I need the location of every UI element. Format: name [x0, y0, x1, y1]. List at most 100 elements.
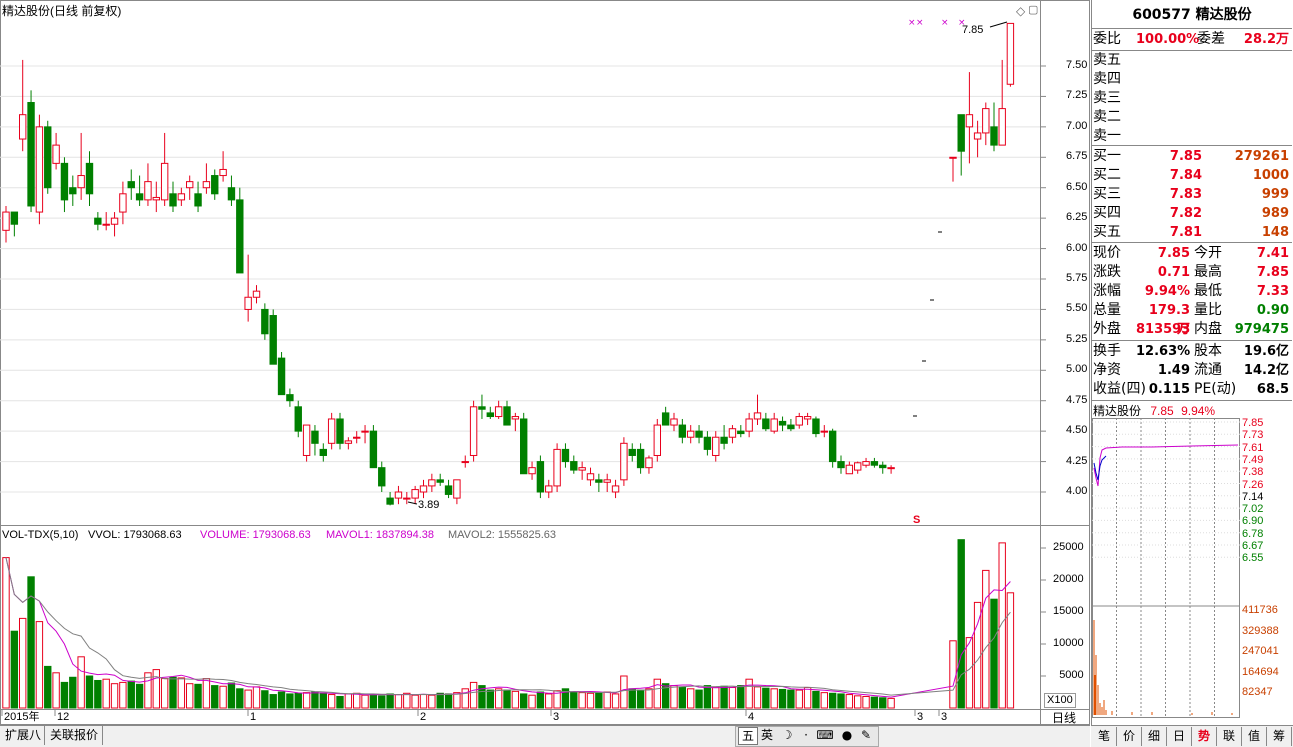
candle[interactable]: [369, 425, 378, 469]
candle[interactable]: [636, 443, 645, 474]
candle[interactable]: [511, 412, 520, 432]
volume-bar[interactable]: [119, 681, 127, 709]
volume-bar[interactable]: [311, 691, 319, 709]
candle[interactable]: [678, 418, 687, 444]
candle[interactable]: [965, 72, 974, 164]
volume-bar[interactable]: [152, 669, 161, 709]
volume-bar[interactable]: [135, 683, 144, 709]
candle[interactable]: [202, 163, 211, 194]
volume-bar[interactable]: [60, 681, 69, 709]
volume-bar[interactable]: [269, 694, 277, 709]
candle[interactable]: [745, 412, 753, 438]
volume-bar[interactable]: [353, 692, 361, 709]
candle[interactable]: [982, 102, 990, 146]
volume-bar[interactable]: [44, 665, 52, 709]
candle[interactable]: [720, 425, 728, 450]
candle[interactable]: [286, 388, 294, 407]
buy-level-row[interactable]: 买三 7.83 999: [1092, 185, 1292, 204]
candle[interactable]: [603, 473, 611, 492]
quote-tab[interactable]: 势: [1192, 727, 1217, 746]
candle[interactable]: [862, 457, 870, 468]
volume-bar[interactable]: [812, 690, 820, 709]
quote-tab[interactable]: 筹: [1267, 727, 1292, 746]
volume-bar[interactable]: [77, 656, 85, 709]
candle[interactable]: [586, 467, 595, 486]
volume-bar[interactable]: [737, 685, 745, 709]
volume-bar[interactable]: [160, 678, 169, 709]
candle[interactable]: [795, 412, 803, 429]
volume-bar[interactable]: [870, 696, 879, 709]
volume-bar[interactable]: [436, 692, 444, 709]
candle[interactable]: [428, 473, 436, 492]
candle[interactable]: [845, 461, 854, 475]
candle[interactable]: [135, 175, 144, 206]
volume-bar[interactable]: [998, 542, 1006, 709]
quote-tab[interactable]: 细: [1142, 727, 1167, 746]
volume-bar[interactable]: [244, 689, 252, 709]
candle[interactable]: [998, 59, 1006, 146]
volume-bar[interactable]: [19, 617, 27, 709]
candle[interactable]: [703, 431, 712, 456]
volume-bar[interactable]: [628, 688, 636, 709]
volume-bar[interactable]: [854, 695, 862, 709]
candle[interactable]: [277, 352, 286, 396]
candle[interactable]: [252, 285, 261, 304]
candle[interactable]: [261, 303, 269, 340]
candle[interactable]: [194, 181, 202, 213]
candle[interactable]: [52, 132, 60, 170]
candle[interactable]: [19, 59, 27, 152]
volume-bar[interactable]: [703, 685, 712, 709]
candle[interactable]: [453, 479, 461, 505]
candle[interactable]: [737, 425, 745, 438]
candle[interactable]: [353, 431, 361, 444]
candle[interactable]: [344, 437, 353, 450]
volume-bar[interactable]: [52, 672, 60, 709]
volume-bar[interactable]: [469, 681, 478, 709]
volume-bar[interactable]: [837, 693, 845, 709]
volume-bar[interactable]: [386, 693, 394, 709]
volume-bar[interactable]: [520, 693, 528, 709]
candle[interactable]: [102, 212, 110, 231]
volume-bar[interactable]: [411, 694, 419, 709]
quote-tab[interactable]: 价: [1117, 727, 1142, 746]
volume-bar[interactable]: [444, 693, 453, 709]
candle[interactable]: [653, 418, 661, 462]
candle[interactable]: [561, 443, 570, 468]
volume-bar[interactable]: [403, 692, 411, 709]
volume-bar[interactable]: [603, 691, 611, 709]
volume-bar[interactable]: [336, 695, 344, 709]
volume-bar[interactable]: [2, 557, 10, 709]
candle[interactable]: [990, 102, 998, 152]
volume-bar[interactable]: [211, 685, 219, 709]
candle[interactable]: [236, 187, 244, 274]
volume-bar[interactable]: [762, 687, 770, 709]
candle[interactable]: [661, 406, 670, 426]
candle[interactable]: [728, 425, 737, 444]
candle[interactable]: [486, 406, 495, 419]
ime-wubi-button[interactable]: 五: [738, 727, 758, 745]
candle[interactable]: [520, 412, 528, 475]
volume-bar[interactable]: [486, 689, 495, 709]
candle[interactable]: [336, 412, 344, 450]
volume-bar[interactable]: [319, 692, 328, 709]
candle[interactable]: [152, 181, 161, 213]
volume-bar[interactable]: [536, 691, 545, 709]
candle[interactable]: [957, 114, 965, 176]
volume-bar[interactable]: [294, 692, 302, 709]
candle[interactable]: [444, 479, 453, 499]
candle[interactable]: [478, 394, 486, 419]
candle[interactable]: [211, 169, 219, 200]
volume-bar[interactable]: [236, 688, 244, 709]
candle[interactable]: [60, 157, 69, 213]
volume-bar[interactable]: [745, 678, 753, 709]
ime-user-icon[interactable]: ●: [838, 727, 856, 743]
volume-bar[interactable]: [102, 678, 110, 709]
volume-bar[interactable]: [194, 683, 202, 709]
candle[interactable]: [570, 455, 578, 474]
candle[interactable]: [854, 461, 862, 474]
volume-bar[interactable]: [327, 694, 336, 709]
volume-bar[interactable]: [94, 679, 102, 709]
volume-bar[interactable]: [578, 692, 586, 709]
volume-bar[interactable]: [344, 693, 353, 709]
candle[interactable]: [695, 425, 703, 444]
